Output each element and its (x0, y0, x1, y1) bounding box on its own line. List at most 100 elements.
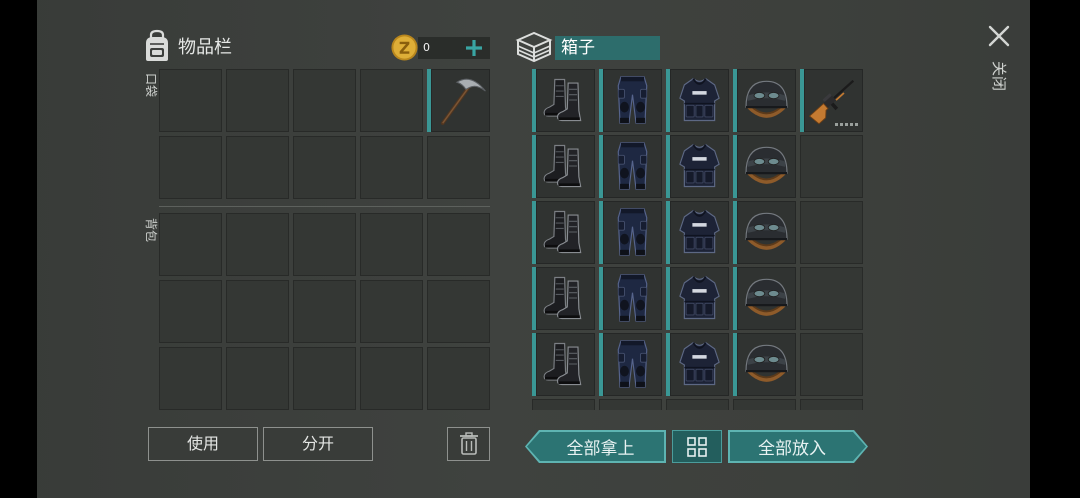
box-slot-empty[interactable] (800, 201, 863, 264)
box-slot-boots[interactable] (532, 333, 595, 396)
pocket-slot-empty[interactable] (226, 69, 289, 132)
pocket-slot-empty[interactable] (360, 69, 423, 132)
grid-icon (687, 437, 707, 457)
trash-icon (460, 432, 478, 455)
boots-icon (537, 269, 594, 327)
box-slot-helmet[interactable] (733, 333, 796, 396)
box-slot-boots[interactable] (532, 201, 595, 264)
backpack-slot-empty[interactable] (360, 347, 423, 410)
boots-icon (537, 203, 594, 261)
rifle-icon (805, 71, 862, 129)
box-slot-empty[interactable] (800, 267, 863, 330)
boots-icon (537, 71, 594, 129)
pocket-slot-empty[interactable] (159, 69, 222, 132)
helmet-icon (738, 269, 795, 327)
sort-button[interactable] (672, 430, 722, 463)
vest-icon (671, 335, 728, 393)
pants-icon (604, 335, 661, 393)
durability-dot (835, 123, 838, 126)
helmet-icon (738, 71, 795, 129)
put-all-button[interactable]: 全部放入 (728, 430, 868, 463)
put-all-label: 全部放入 (758, 439, 826, 459)
take-all-button[interactable]: 全部拿上 (525, 430, 666, 463)
box-slot-helmet[interactable] (733, 69, 796, 132)
box-slot-boots[interactable] (532, 135, 595, 198)
plus-icon (466, 40, 482, 56)
split-button[interactable]: 分开 (263, 427, 373, 461)
backpack-slot-empty[interactable] (159, 347, 222, 410)
box-slot-pants[interactable] (599, 333, 662, 396)
pocket-backpack-divider (159, 206, 490, 207)
box-slot-empty[interactable] (599, 399, 662, 410)
backpack-slot-empty[interactable] (427, 280, 490, 343)
pocket-slot-empty[interactable] (360, 136, 423, 199)
box-slot-helmet[interactable] (733, 267, 796, 330)
backpack-slot-empty[interactable] (226, 347, 289, 410)
box-slot-vest[interactable] (666, 333, 729, 396)
trash-button[interactable] (447, 427, 490, 461)
backpack-slot-empty[interactable] (427, 213, 490, 276)
box-slot-vest[interactable] (666, 201, 729, 264)
box-slot-pants[interactable] (599, 135, 662, 198)
helmet-icon (738, 137, 795, 195)
box-slot-helmet[interactable] (733, 201, 796, 264)
add-coins-button[interactable] (465, 39, 483, 57)
pants-icon (604, 269, 661, 327)
pants-icon (604, 71, 661, 129)
backpack-slot-empty[interactable] (360, 280, 423, 343)
use-button[interactable]: 使用 (148, 427, 258, 461)
take-all-label: 全部拿上 (566, 439, 635, 459)
box-grid-viewport[interactable] (532, 69, 863, 410)
helmet-icon (738, 335, 795, 393)
pocket-slot-empty[interactable] (293, 69, 356, 132)
box-title-field[interactable]: 箱子 (555, 36, 660, 60)
close-button[interactable] (987, 24, 1011, 48)
box-slot-rifle[interactable] (800, 69, 863, 132)
backpack-slot-empty[interactable] (226, 213, 289, 276)
pants-icon (604, 137, 661, 195)
box-slot-pants[interactable] (599, 69, 662, 132)
durability-dot (840, 123, 843, 126)
right-screen-edge (1030, 0, 1080, 498)
box-slot-boots[interactable] (532, 69, 595, 132)
box-slot-pants[interactable] (599, 201, 662, 264)
put-all-button-face: 全部放入 (730, 432, 866, 461)
box-slot-empty[interactable] (800, 135, 863, 198)
box-slot-boots[interactable] (532, 267, 595, 330)
backpack-label: 背包 (144, 218, 158, 243)
box-slot-vest[interactable] (666, 135, 729, 198)
pocket-grid (159, 69, 490, 199)
backpack-slot-empty[interactable] (159, 213, 222, 276)
left-screen-edge (0, 0, 37, 498)
box-slot-empty[interactable] (532, 399, 595, 410)
backpack-slot-empty[interactable] (293, 347, 356, 410)
box-slot-vest[interactable] (666, 267, 729, 330)
box-slot-empty[interactable] (666, 399, 729, 410)
box-slot-helmet[interactable] (733, 135, 796, 198)
box-slot-pants[interactable] (599, 267, 662, 330)
backpack-slot-empty[interactable] (159, 280, 222, 343)
box-slot-empty[interactable] (800, 333, 863, 396)
pocket-slot-empty[interactable] (293, 136, 356, 199)
inventory-screen: 物品栏 0 口袋 背包 使用 分开 箱子 全部拿上 全部放入 关闭 (0, 0, 1080, 498)
pocket-slot-empty[interactable] (427, 136, 490, 199)
backpack-slot-empty[interactable] (293, 280, 356, 343)
backpack-slot-empty[interactable] (293, 213, 356, 276)
pants-icon (604, 203, 661, 261)
box-slot-vest[interactable] (666, 69, 729, 132)
pocket-slot-empty[interactable] (226, 136, 289, 199)
backpack-grid (159, 213, 490, 410)
close-label[interactable]: 关闭 (990, 61, 1008, 91)
pocket-slot-empty[interactable] (159, 136, 222, 199)
backpack-slot-empty[interactable] (226, 280, 289, 343)
inventory-title: 物品栏 (178, 37, 232, 58)
backpack-slot-empty[interactable] (360, 213, 423, 276)
backpack-slot-empty[interactable] (427, 347, 490, 410)
box-slot-empty[interactable] (800, 399, 863, 410)
helmet-icon (738, 203, 795, 261)
durability-dots (835, 123, 858, 126)
pocket-slot-pickaxe[interactable] (427, 69, 490, 132)
box-slot-empty[interactable] (733, 399, 796, 410)
vest-icon (671, 71, 728, 129)
boots-icon (537, 335, 594, 393)
